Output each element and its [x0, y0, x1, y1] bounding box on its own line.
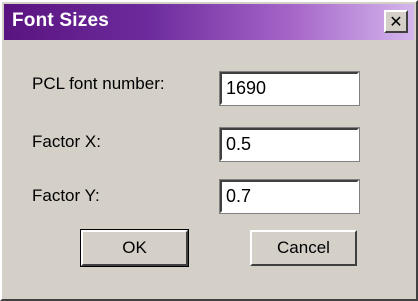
factor-x-input[interactable]: 0.5: [219, 127, 360, 162]
ok-button-label: OK: [122, 238, 147, 257]
factor-x-label: Factor X:: [32, 132, 101, 151]
factor-y-label: Factor Y:: [32, 186, 100, 205]
close-icon: ✕: [389, 11, 403, 31]
ok-button[interactable]: OK: [80, 229, 189, 267]
window-title: Font Sizes: [12, 10, 110, 31]
pcl-font-number-input[interactable]: 1690: [219, 71, 360, 106]
cancel-button[interactable]: Cancel: [250, 230, 357, 266]
factor-y-input[interactable]: 0.7: [219, 179, 360, 214]
close-button[interactable]: ✕: [384, 10, 408, 33]
font-sizes-dialog: Font Sizes ✕ PCL font number: 1690 Facto…: [0, 0, 418, 301]
title-bar[interactable]: Font Sizes ✕: [4, 4, 414, 40]
pcl-font-number-label: PCL font number:: [32, 74, 165, 93]
cancel-button-label: Cancel: [277, 238, 330, 257]
